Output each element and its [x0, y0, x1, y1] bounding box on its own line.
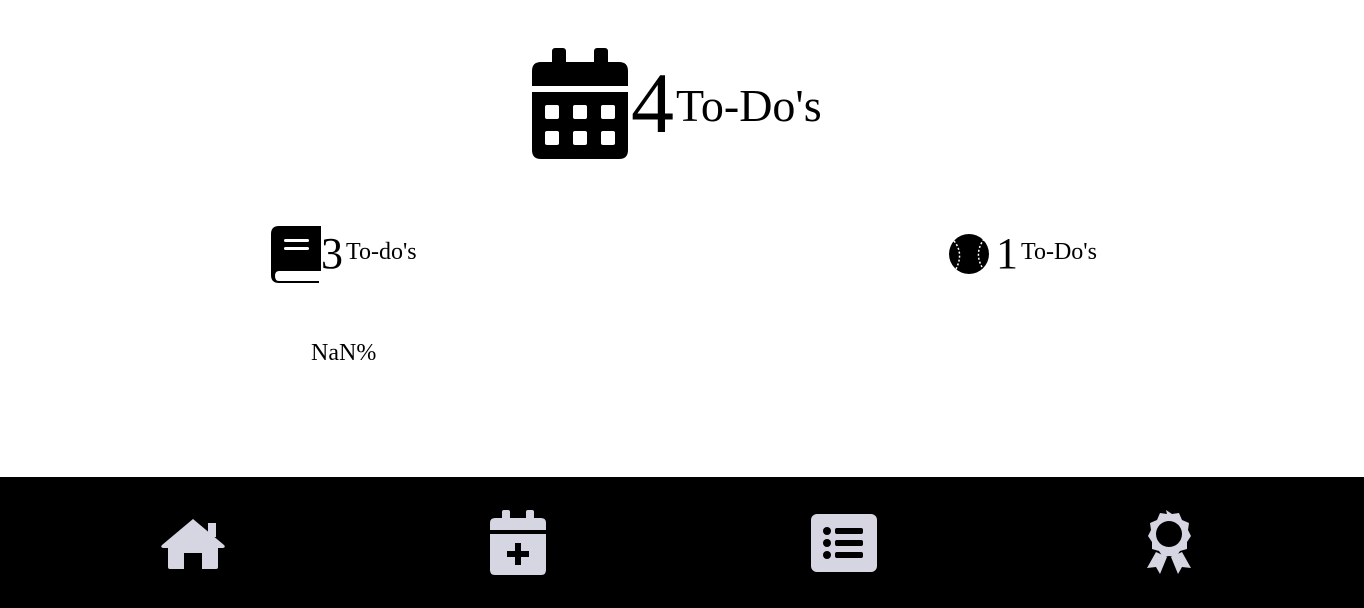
nav-achievements-button[interactable]	[1129, 477, 1209, 608]
home-icon	[161, 518, 225, 569]
category-study[interactable]: 3 To-do's	[271, 225, 417, 283]
calendar-icon	[532, 48, 628, 159]
category-count: 1	[996, 229, 1018, 278]
calendar-plus-icon	[490, 509, 546, 575]
category-label: To-do's	[346, 239, 417, 265]
award-icon	[1147, 509, 1191, 574]
nav-list-button[interactable]	[804, 477, 884, 608]
bottom-navigation	[0, 477, 1364, 608]
baseball-icon	[949, 234, 989, 274]
category-count: 3	[321, 229, 343, 278]
total-todo-label: To-Do's	[676, 80, 822, 131]
category-sport[interactable]: 1 To-Do's	[948, 230, 1097, 278]
main-content: 4 To-Do's 3 To-do's 1 To-Do's NaN%	[0, 0, 1364, 477]
book-icon	[271, 226, 321, 283]
list-icon	[811, 513, 877, 572]
progress-percent: NaN%	[311, 340, 377, 366]
total-todos-summary: 4 To-Do's	[531, 48, 822, 160]
nav-add-todo-button[interactable]	[478, 477, 558, 608]
category-label: To-Do's	[1021, 239, 1097, 265]
total-todo-count: 4	[631, 55, 674, 151]
nav-home-button[interactable]	[153, 477, 233, 608]
